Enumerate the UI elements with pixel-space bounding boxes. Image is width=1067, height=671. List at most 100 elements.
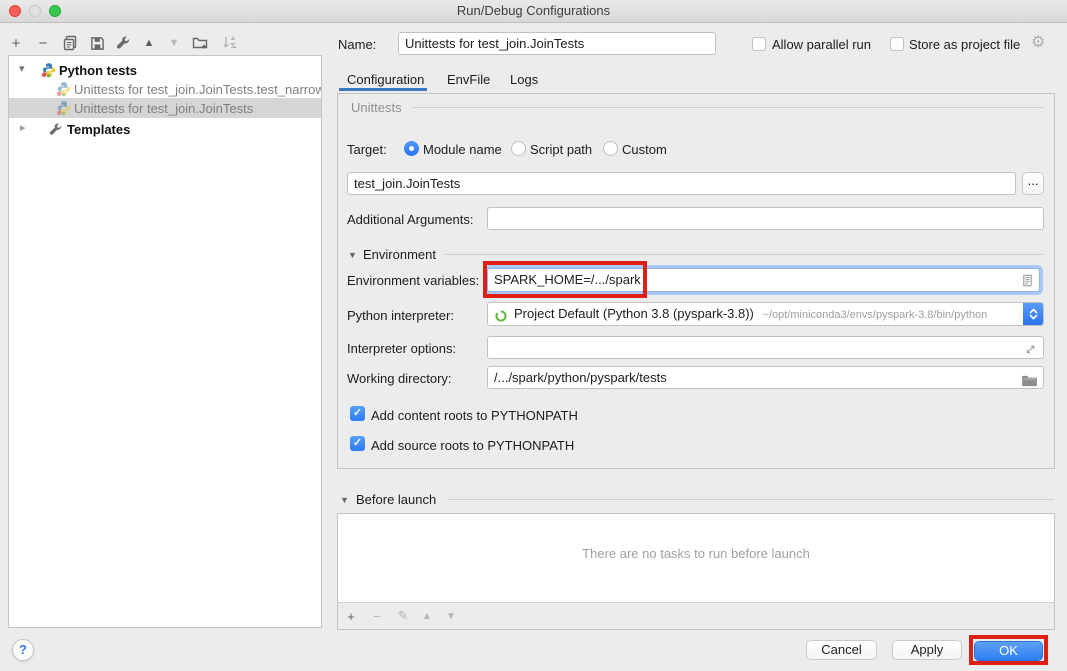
move-task-down-icon[interactable]: ▼	[442, 607, 460, 625]
environment-section-title[interactable]: Environment	[363, 247, 436, 262]
add-source-roots-checkbox[interactable]: ✓	[350, 436, 365, 451]
environment-variables-value: SPARK_HOME=/.../spark	[494, 272, 641, 287]
add-content-roots-checkbox[interactable]: ✓	[350, 406, 365, 421]
group-divider	[413, 107, 1043, 108]
tree-node-unittests-jointests-selected[interactable]: Unittests for test_join.JoinTests	[9, 98, 321, 118]
python-interpreter-value: Project Default (Python 3.8 (pyspark-3.8…	[514, 306, 754, 321]
additional-arguments-label: Additional Arguments:	[347, 212, 473, 227]
check-icon: ✓	[353, 407, 362, 419]
tree-node-unittests-test-narrow[interactable]: Unittests for test_join.JoinTests.test_n…	[9, 79, 321, 99]
radio-custom-label[interactable]: Custom	[622, 142, 667, 157]
zoom-window-button[interactable]	[49, 5, 61, 17]
sort-configurations-icon[interactable]	[220, 33, 240, 53]
unittests-group-title: Unittests	[351, 100, 402, 115]
minimize-window-button[interactable]	[29, 5, 41, 17]
before-launch-collapse-icon[interactable]: ▼	[340, 495, 349, 505]
allow-parallel-run-checkbox[interactable]	[752, 37, 766, 51]
configurations-tree: ▾ Python tests Unittests for test_join.J…	[8, 55, 322, 628]
move-down-icon[interactable]: ▼	[164, 33, 184, 53]
target-value: test_join.JoinTests	[354, 176, 460, 191]
tree-collapsed-icon[interactable]: ▸	[20, 121, 26, 134]
before-launch-empty-message: There are no tasks to run before launch	[338, 546, 1054, 561]
ok-button[interactable]: OK	[974, 641, 1043, 661]
move-task-up-icon[interactable]: ▲	[418, 607, 436, 625]
browse-button[interactable]: ...	[1022, 172, 1044, 195]
python-tests-icon	[41, 62, 57, 80]
working-directory-value: /.../spark/python/pyspark/tests	[494, 370, 667, 385]
checkbox-box	[752, 37, 766, 51]
tree-node-label: Unittests for test_join.JoinTests.test_n…	[74, 82, 321, 97]
active-tab-underline	[339, 88, 427, 91]
title-bar: Run/Debug Configurations	[0, 0, 1067, 23]
python-test-icon	[56, 100, 72, 118]
window-title: Run/Debug Configurations	[0, 0, 1067, 22]
radio-dot	[404, 141, 419, 156]
additional-arguments-input[interactable]	[487, 207, 1044, 230]
tree-node-templates[interactable]: ▸ Templates	[9, 119, 321, 139]
tab-logs[interactable]: Logs	[510, 72, 538, 87]
tab-configuration[interactable]: Configuration	[347, 72, 424, 87]
edit-templates-icon[interactable]	[113, 33, 133, 53]
templates-wrench-icon	[49, 123, 63, 139]
python-test-icon	[56, 81, 72, 99]
edit-task-icon[interactable]: ✎	[394, 607, 412, 625]
environment-variables-input[interactable]: SPARK_HOME=/.../spark	[487, 268, 1040, 292]
tree-node-label: Unittests for test_join.JoinTests	[74, 101, 253, 116]
conda-environment-icon	[494, 308, 508, 326]
add-content-roots-label: Add content roots to PYTHONPATH	[371, 408, 578, 423]
copy-configuration-icon[interactable]	[60, 33, 80, 53]
add-source-roots-label: Add source roots to PYTHONPATH	[371, 438, 574, 453]
checkbox-box: ✓	[350, 436, 365, 451]
section-divider	[445, 254, 1043, 255]
help-button[interactable]: ?	[12, 639, 34, 661]
tree-node-label: Python tests	[59, 63, 137, 78]
save-configuration-icon[interactable]	[87, 33, 107, 53]
python-interpreter-path: ~/opt/miniconda3/envs/pyspark-3.8/bin/py…	[763, 309, 988, 321]
radio-script-path-label[interactable]: Script path	[530, 142, 592, 157]
tree-node-python-tests[interactable]: ▾ Python tests	[9, 60, 321, 80]
section-divider	[448, 499, 1054, 500]
check-icon: ✓	[353, 437, 362, 449]
tree-expanded-icon[interactable]: ▾	[19, 62, 25, 75]
tab-envfile[interactable]: EnvFile	[447, 72, 490, 87]
name-label: Name:	[338, 37, 376, 52]
gear-icon[interactable]: ⚙	[1031, 35, 1045, 51]
new-folder-icon[interactable]	[190, 33, 210, 53]
run-debug-configurations-dialog: Run/Debug Configurations + − ▲ ▼ ▾ Pytho…	[0, 0, 1067, 671]
apply-button[interactable]: Apply	[892, 640, 962, 660]
store-as-project-file-checkbox[interactable]	[890, 37, 904, 51]
dropdown-stepper-icon[interactable]	[1023, 302, 1043, 326]
close-window-button[interactable]	[9, 5, 21, 17]
working-directory-label: Working directory:	[347, 371, 452, 386]
remove-configuration-icon[interactable]: −	[33, 33, 53, 53]
target-input[interactable]: test_join.JoinTests	[347, 172, 1016, 195]
move-up-icon[interactable]: ▲	[139, 33, 159, 53]
checkbox-box	[890, 37, 904, 51]
working-directory-input[interactable]: /.../spark/python/pyspark/tests	[487, 366, 1044, 389]
radio-module-name-label[interactable]: Module name	[423, 142, 502, 157]
name-input[interactable]	[398, 32, 716, 55]
radio-module-name[interactable]	[404, 141, 419, 156]
add-configuration-icon[interactable]: +	[6, 33, 26, 53]
expand-field-icon[interactable]	[1024, 341, 1037, 359]
radio-custom[interactable]	[603, 141, 618, 156]
target-label: Target:	[347, 142, 387, 157]
allow-parallel-run-label: Allow parallel run	[772, 37, 871, 52]
interpreter-options-input[interactable]	[487, 336, 1044, 359]
remove-task-icon[interactable]: −	[368, 607, 386, 625]
python-interpreter-label: Python interpreter:	[347, 308, 454, 323]
radio-dot	[603, 141, 618, 156]
edit-variables-icon[interactable]	[1021, 273, 1034, 292]
checkbox-box: ✓	[350, 406, 365, 421]
before-launch-panel: There are no tasks to run before launch …	[337, 513, 1055, 630]
before-launch-title[interactable]: Before launch	[356, 492, 436, 507]
store-as-project-file-label: Store as project file	[909, 37, 1020, 52]
radio-script-path[interactable]	[511, 141, 526, 156]
environment-section-collapse-icon[interactable]: ▼	[348, 250, 357, 260]
add-task-icon[interactable]: +	[342, 607, 360, 625]
interpreter-options-label: Interpreter options:	[347, 341, 456, 356]
folder-icon[interactable]	[1022, 372, 1037, 389]
radio-dot	[511, 141, 526, 156]
python-interpreter-select[interactable]: Project Default (Python 3.8 (pyspark-3.8…	[487, 302, 1044, 326]
cancel-button[interactable]: Cancel	[806, 640, 877, 660]
